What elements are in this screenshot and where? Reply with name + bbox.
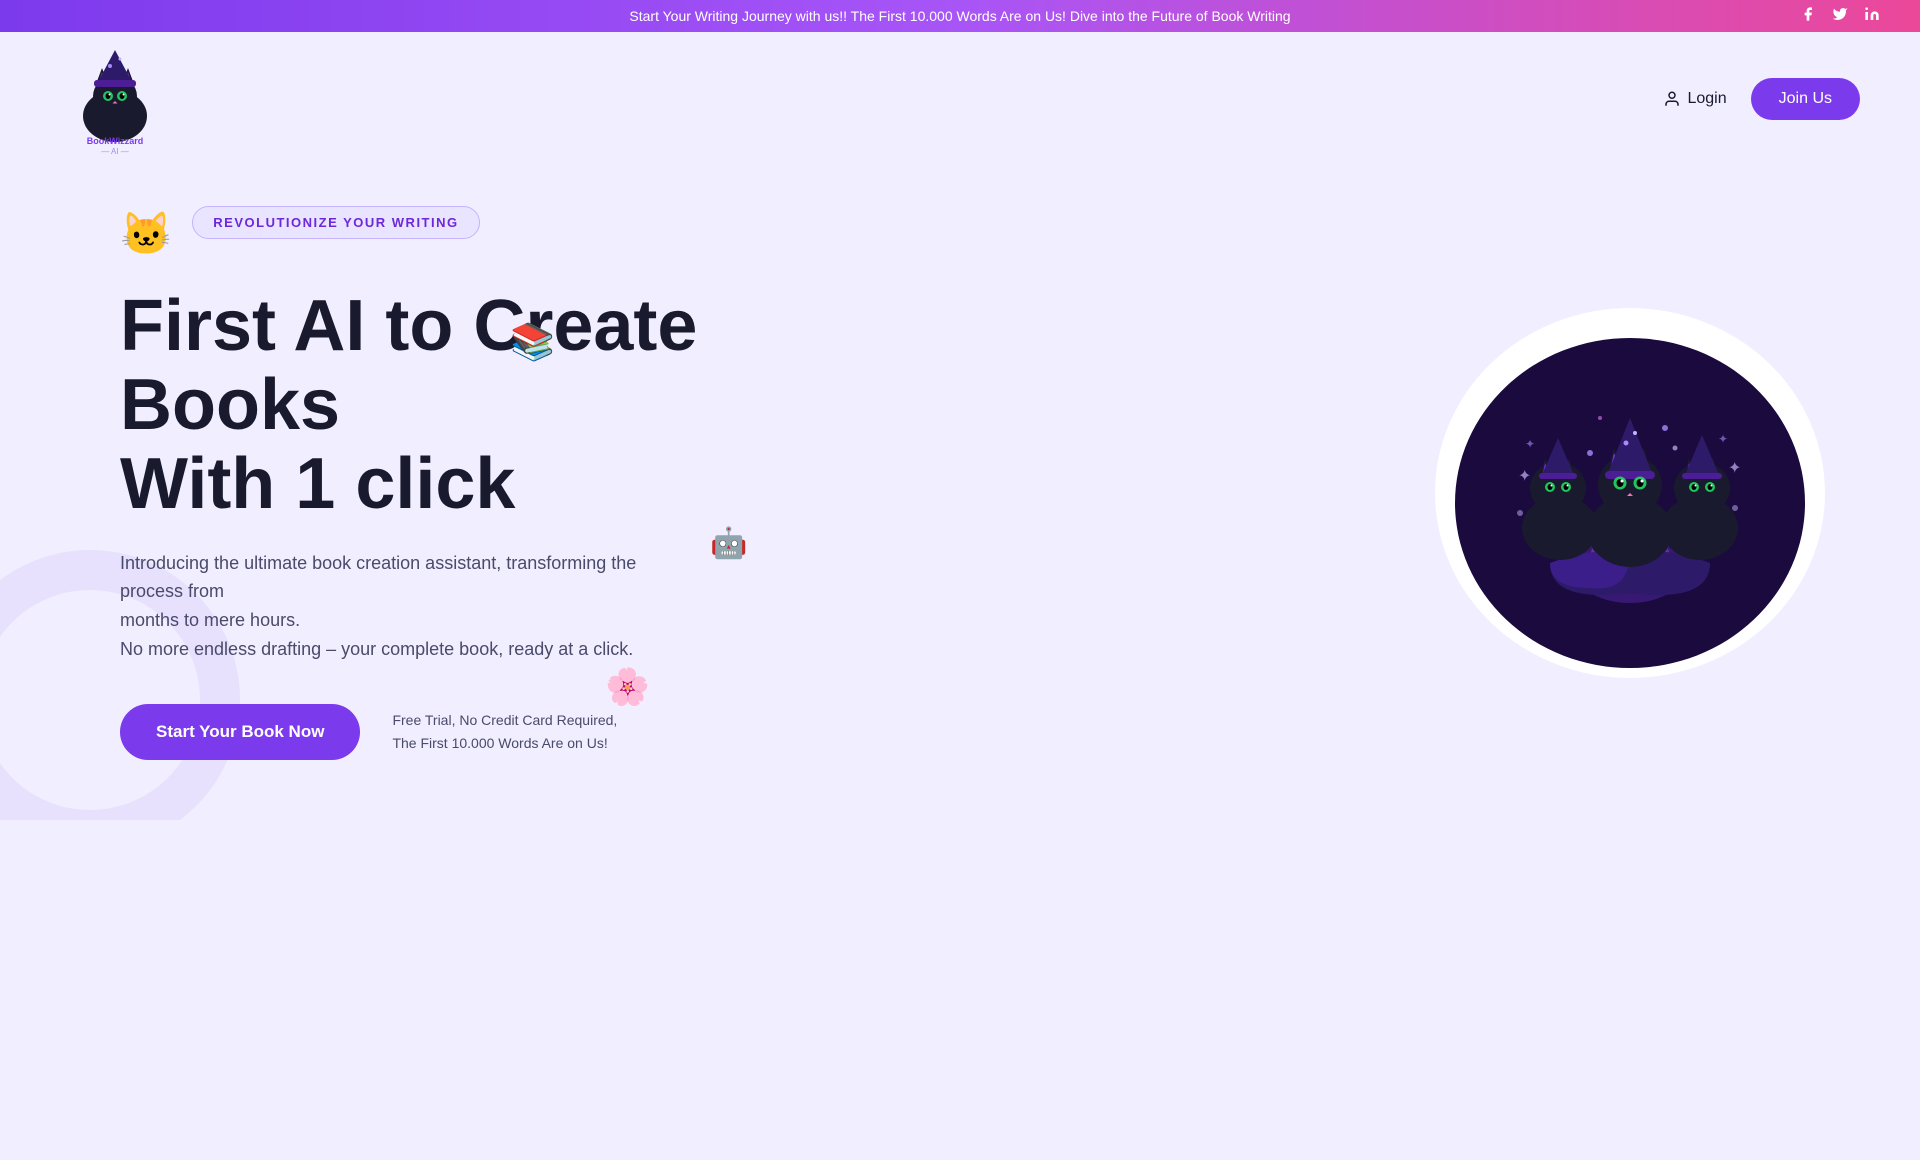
hero-title: First AI to Create Books With 1 click <box>120 287 697 525</box>
nav-right: Login Join Us <box>1663 78 1860 120</box>
hero-subtitle: Introducing the ultimate book creation a… <box>120 549 640 664</box>
svg-text:✦: ✦ <box>1525 437 1535 451</box>
linkedin-icon[interactable] <box>1864 6 1880 27</box>
logo-area: BookWizzard — AI — <box>60 44 170 154</box>
floating-circuit-icon: 🌸 <box>605 666 647 708</box>
hero-section: 📚 🤖 🌸 🐱 REVOLUTIONIZE YOUR WRITING First… <box>0 166 1920 820</box>
login-button[interactable]: Login <box>1663 90 1726 108</box>
cat-emoji-icon: 🐱 <box>120 210 172 259</box>
svg-text:BookWizzard: BookWizzard <box>87 136 143 146</box>
floating-ai-icon: 🤖 <box>710 526 746 562</box>
login-label: Login <box>1687 90 1726 108</box>
banner-text: Start Your Writing Journey with us!! The… <box>629 8 1290 24</box>
free-trial-text: Free Trial, No Credit Card Required, The… <box>392 709 617 754</box>
top-banner: Start Your Writing Journey with us!! The… <box>0 0 1920 32</box>
revolutionize-badge: REVOLUTIONIZE YOUR WRITING <box>192 206 479 239</box>
svg-text:— AI —: — AI — <box>101 147 129 154</box>
svg-text:✦: ✦ <box>1718 432 1728 446</box>
join-us-button[interactable]: Join Us <box>1751 78 1860 120</box>
start-book-button[interactable]: Start Your Book Now <box>120 704 360 760</box>
wizard-cats-illustration: ✦ ✦ ✦ ✦ <box>1420 273 1840 693</box>
facebook-icon[interactable] <box>1800 6 1816 27</box>
bottom-section <box>0 820 1920 1160</box>
social-icons-group <box>1800 6 1880 27</box>
twitter-icon[interactable] <box>1832 6 1848 27</box>
navbar: BookWizzard — AI — Login Join Us <box>0 32 1920 166</box>
floating-books-icon: 📚 <box>510 321 552 363</box>
svg-text:✦: ✦ <box>1728 460 1741 477</box>
svg-text:✦: ✦ <box>1518 468 1531 485</box>
cta-row: Start Your Book Now Free Trial, No Credi… <box>120 704 697 760</box>
hero-illustration-area: ✦ ✦ ✦ ✦ <box>1420 273 1840 693</box>
logo-image: BookWizzard — AI — <box>60 44 170 154</box>
